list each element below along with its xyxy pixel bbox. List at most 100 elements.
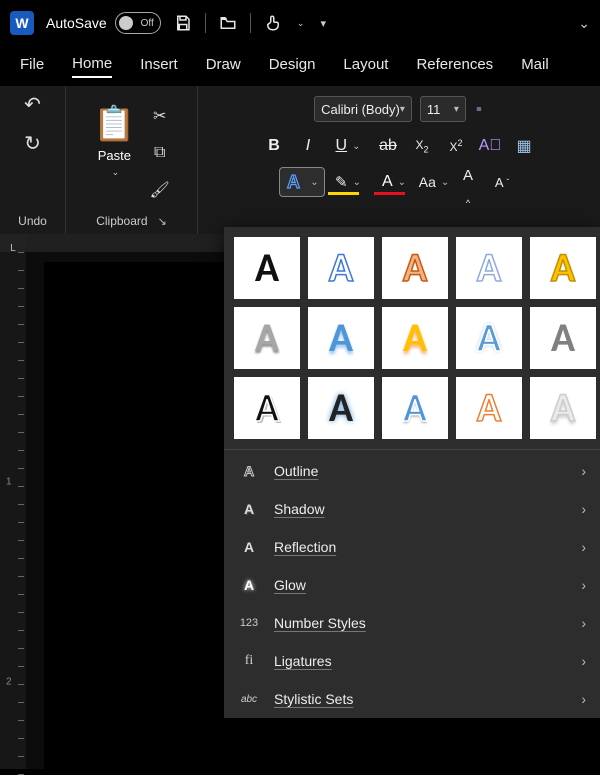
shrink-font-button[interactable]: Aˇ xyxy=(485,167,519,197)
menu-outline[interactable]: AOutline› xyxy=(224,452,600,490)
text-effect-style-8[interactable]: A xyxy=(382,307,448,369)
chevron-right-icon: › xyxy=(581,615,586,631)
A-reflect-icon: A xyxy=(238,539,260,555)
text-effect-style-1[interactable]: A xyxy=(234,237,300,299)
redo-icon[interactable]: ↻ xyxy=(24,131,41,156)
underline-button[interactable]: U xyxy=(325,131,371,161)
tab-file[interactable]: File xyxy=(20,56,44,77)
menu-stylistic-sets[interactable]: abc Stylistic Sets › xyxy=(224,680,600,718)
superscript-button[interactable]: X2 xyxy=(439,131,473,161)
highlight-color-button[interactable]: ✎ xyxy=(325,167,371,197)
cut-icon[interactable]: ✂ xyxy=(153,106,166,126)
touch-mode-icon[interactable] xyxy=(263,13,283,33)
autosave-state: Off xyxy=(141,18,154,29)
text-effect-style-2[interactable]: A xyxy=(308,237,374,299)
menu-label: Shadow xyxy=(274,501,325,517)
letter-a-icon: A xyxy=(255,248,279,288)
clear-formatting-button[interactable]: A⃠ xyxy=(473,131,507,161)
text-effect-style-12[interactable]: A xyxy=(308,377,374,439)
ribbon: ↶ ↻ Undo 📋 Paste ⌄ ✂ ⧉ 🖌 Clipboard ↘ xyxy=(0,86,600,234)
tab-home[interactable]: Home xyxy=(72,55,112,78)
separator-icon xyxy=(250,13,251,33)
text-effect-style-13[interactable]: A xyxy=(382,377,448,439)
paste-dropdown-icon[interactable]: ⌄ xyxy=(112,167,120,178)
chevron-down-icon: ▾ xyxy=(454,104,459,115)
customize-qat-icon[interactable]: ▾ xyxy=(316,13,330,33)
font-name-select[interactable]: Calibri (Body) ▾ xyxy=(314,96,412,122)
tab-mailings[interactable]: Mail xyxy=(521,56,549,77)
subscript-button[interactable]: X2 xyxy=(405,131,439,161)
letter-a-icon: A xyxy=(403,388,427,428)
text-effects-popup: AAAAAAAAAAAAAAA AOutline›AShadow›AReflec… xyxy=(224,227,600,718)
chevron-right-icon: › xyxy=(581,691,586,707)
touch-mode-dropdown-icon[interactable]: ⌄ xyxy=(297,18,305,29)
grow-font-button[interactable]: A^ xyxy=(451,167,485,197)
menu-ligatures[interactable]: fiLigatures› xyxy=(224,642,600,680)
text-effect-style-6[interactable]: A xyxy=(234,307,300,369)
ribbon-collapse-icon[interactable]: ⌄ xyxy=(578,15,590,32)
text-effect-style-11[interactable]: A xyxy=(234,377,300,439)
tab-layout[interactable]: Layout xyxy=(343,56,388,77)
bold-button[interactable]: B xyxy=(257,131,291,161)
tab-references[interactable]: References xyxy=(416,56,493,77)
change-case-button[interactable]: Aa xyxy=(417,167,451,197)
group-font: Calibri (Body) ▾ 11 ▾ ≣ B I U ab X2 X2 A… xyxy=(198,86,600,234)
copy-icon[interactable]: ⧉ xyxy=(154,144,165,162)
ribbon-tabs: File Home Insert Draw Design Layout Refe… xyxy=(0,46,600,86)
autosave-switch[interactable]: Off xyxy=(115,12,161,34)
chevron-down-icon: ▾ xyxy=(400,104,405,115)
open-folder-icon[interactable] xyxy=(218,13,238,33)
abc-icon: abc xyxy=(238,694,260,705)
text-effect-style-10[interactable]: A xyxy=(530,307,596,369)
text-effect-style-9[interactable]: A xyxy=(456,307,522,369)
clipboard-launcher-icon[interactable]: ↘ xyxy=(158,215,167,228)
tab-design[interactable]: Design xyxy=(269,56,316,77)
save-icon[interactable] xyxy=(173,13,193,33)
format-painter-icon[interactable]: 🖌 xyxy=(150,180,170,200)
letter-a-icon: A xyxy=(329,248,353,288)
group-clipboard: 📋 Paste ⌄ ✂ ⧉ 🖌 Clipboard ↘ xyxy=(66,86,198,234)
switch-knob-icon xyxy=(119,16,133,30)
font-size-value: 11 xyxy=(427,102,441,117)
vertical-ruler[interactable]: 12 xyxy=(0,252,26,769)
menu-label: Ligatures xyxy=(274,653,332,669)
title-bar: W AutoSave Off ⌄ ▾ ⌄ xyxy=(0,0,600,46)
svg-text:A: A xyxy=(287,172,300,192)
text-effect-style-5[interactable]: A xyxy=(530,237,596,299)
letter-a-icon: A xyxy=(255,388,279,428)
text-effects-submenu: A Outline › A Shadow › A Reflection › AGlow›123Nu… xyxy=(224,452,600,718)
fi-icon: fi xyxy=(238,653,260,669)
undo-icon[interactable]: ↶ xyxy=(24,92,41,117)
text-effect-style-4[interactable]: A xyxy=(456,237,522,299)
group-undo-caption: Undo xyxy=(18,214,47,228)
text-effect-style-3[interactable]: A xyxy=(382,237,448,299)
bullets-icon[interactable]: ≣ xyxy=(474,105,484,113)
A-outline-icon: A xyxy=(238,463,260,479)
font-size-select[interactable]: 11 ▾ xyxy=(420,96,466,122)
menu-label: Stylistic Sets xyxy=(274,691,353,707)
menu-reflection[interactable]: AReflection› xyxy=(224,528,600,566)
italic-button[interactable]: I xyxy=(291,131,325,161)
text-effects-button[interactable]: A xyxy=(279,167,325,197)
font-color-button[interactable]: A xyxy=(371,167,417,197)
ruler-label: 2 xyxy=(6,677,12,688)
borders-icon[interactable]: ▦ xyxy=(507,131,541,161)
autosave-toggle[interactable]: AutoSave Off xyxy=(46,12,161,34)
text-effect-style-15[interactable]: A xyxy=(530,377,596,439)
letter-a-icon: A xyxy=(403,318,427,358)
menu-shadow[interactable]: A Shadow › xyxy=(224,490,600,528)
menu-number-styles[interactable]: 123Number Styles› xyxy=(224,604,600,642)
strikethrough-button[interactable]: ab xyxy=(371,131,405,161)
tab-insert[interactable]: Insert xyxy=(140,56,178,77)
letter-a-icon: A xyxy=(551,388,575,428)
paste-button[interactable]: 📋 Paste ⌄ xyxy=(93,104,135,178)
text-effect-style-7[interactable]: A xyxy=(308,307,374,369)
menu-glow[interactable]: AGlow› xyxy=(224,566,600,604)
group-clipboard-caption: Clipboard xyxy=(96,214,147,228)
text-effect-style-14[interactable]: A xyxy=(456,377,522,439)
chevron-right-icon: › xyxy=(581,501,586,517)
A-shadow-icon: A xyxy=(238,501,260,517)
tab-draw[interactable]: Draw xyxy=(206,56,241,77)
menu-label: Outline xyxy=(274,463,318,479)
menu-label: Reflection xyxy=(274,539,336,555)
